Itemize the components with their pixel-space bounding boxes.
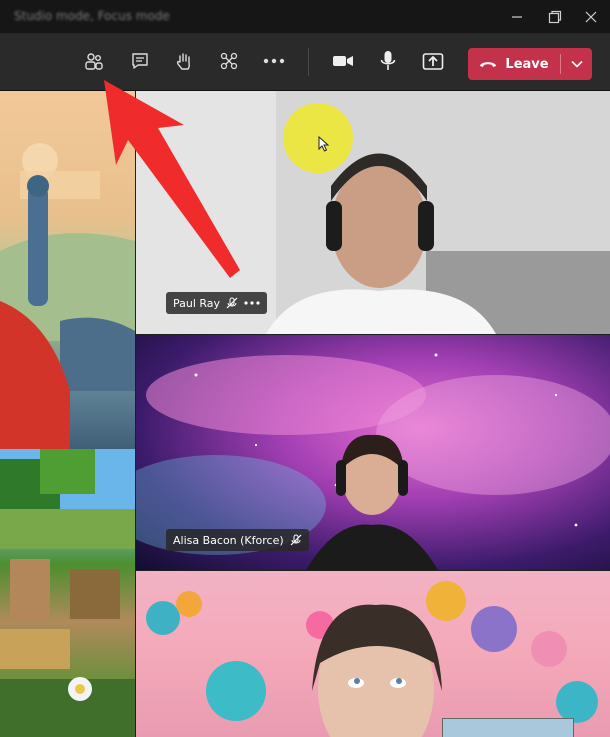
restore-icon	[548, 10, 562, 23]
leave-main[interactable]: Leave	[468, 48, 560, 80]
participant-name: Paul Ray	[173, 296, 221, 310]
people-icon	[85, 53, 103, 70]
chat-button[interactable]	[124, 45, 156, 77]
leave-button[interactable]: Leave	[468, 48, 592, 80]
minimize-icon	[512, 15, 522, 18]
microphone-icon	[380, 51, 396, 70]
illustrated-background	[0, 143, 135, 449]
toolbar-divider	[308, 48, 309, 76]
mouse-cursor-icon	[318, 136, 330, 152]
apps-icon	[220, 52, 238, 70]
participant-video-tile[interactable]	[0, 449, 135, 737]
mic-muted-icon	[290, 534, 302, 546]
participants-button[interactable]	[78, 45, 110, 77]
leave-label: Leave	[505, 56, 549, 72]
apps-button[interactable]	[213, 45, 245, 77]
leave-dropdown[interactable]	[561, 48, 592, 80]
participant-name-tag: Alisa Bacon (Kforce)	[166, 529, 309, 551]
participant-name-tag: Paul Ray	[166, 292, 268, 314]
mic-muted-icon	[226, 297, 238, 309]
participant-video-tile[interactable]	[136, 571, 610, 737]
participant-video-tile[interactable]	[0, 91, 135, 449]
close-button[interactable]	[572, 0, 610, 33]
self-view-preview[interactable]	[442, 718, 574, 737]
share-screen-button[interactable]	[417, 45, 449, 77]
camera-button[interactable]	[327, 45, 359, 77]
raise-hand-icon	[176, 53, 190, 70]
meeting-toolbar: Leave	[0, 33, 610, 91]
microphone-button[interactable]	[372, 45, 404, 77]
share-screen-icon	[422, 53, 444, 70]
participant-name: Alisa Bacon (Kforce)	[173, 533, 284, 547]
participant-video-tile[interactable]: Paul Ray	[136, 91, 610, 334]
camera-icon	[333, 56, 353, 66]
restore-button[interactable]	[536, 0, 574, 33]
minimize-button[interactable]	[498, 0, 536, 33]
window-title: Studio mode, Focus mode	[14, 9, 170, 23]
blocky-background	[0, 449, 135, 737]
chevron-down-icon	[570, 60, 583, 68]
participant-video-tile[interactable]: Alisa Bacon (Kforce)	[136, 335, 610, 570]
title-bar: Studio mode, Focus mode	[0, 0, 610, 33]
participant-video	[312, 604, 442, 737]
hang-up-icon	[480, 62, 497, 67]
close-icon	[585, 11, 597, 22]
raise-hand-button[interactable]	[168, 45, 200, 77]
more-options-button[interactable]	[258, 45, 290, 77]
chat-icon	[132, 53, 148, 69]
more-options-icon	[263, 58, 285, 64]
more-options-icon[interactable]	[244, 301, 260, 305]
